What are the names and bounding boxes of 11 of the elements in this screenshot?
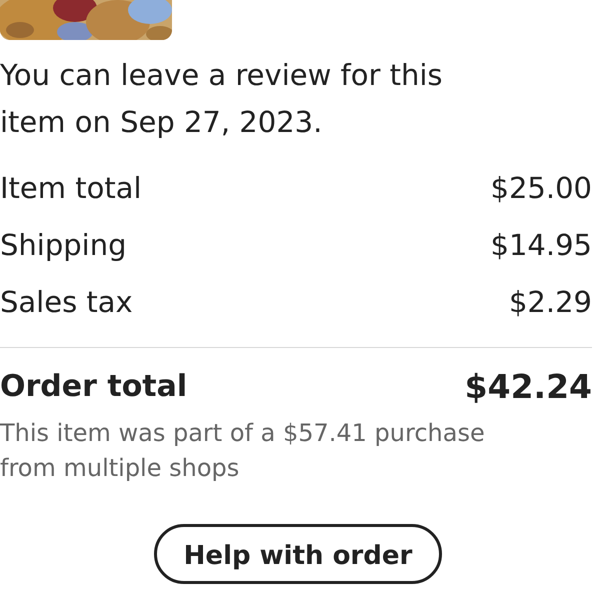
summary-label: Item total bbox=[0, 170, 142, 207]
summary-amount: $2.29 bbox=[508, 284, 592, 321]
purchase-note: This item was part of a $57.41 purchase from multiple shops bbox=[0, 418, 486, 484]
summary-label: Sales tax bbox=[0, 284, 133, 321]
summary-label: Shipping bbox=[0, 227, 127, 264]
order-total-amount: $42.24 bbox=[464, 366, 592, 408]
review-note: You can leave a review for this item on Sep 27, 2023. bbox=[0, 57, 444, 141]
order-total-label: Order total bbox=[0, 368, 188, 406]
summary-amount: $14.95 bbox=[490, 227, 592, 264]
help-button[interactable]: Help with order bbox=[154, 524, 442, 584]
summary-amount: $25.00 bbox=[490, 170, 592, 207]
